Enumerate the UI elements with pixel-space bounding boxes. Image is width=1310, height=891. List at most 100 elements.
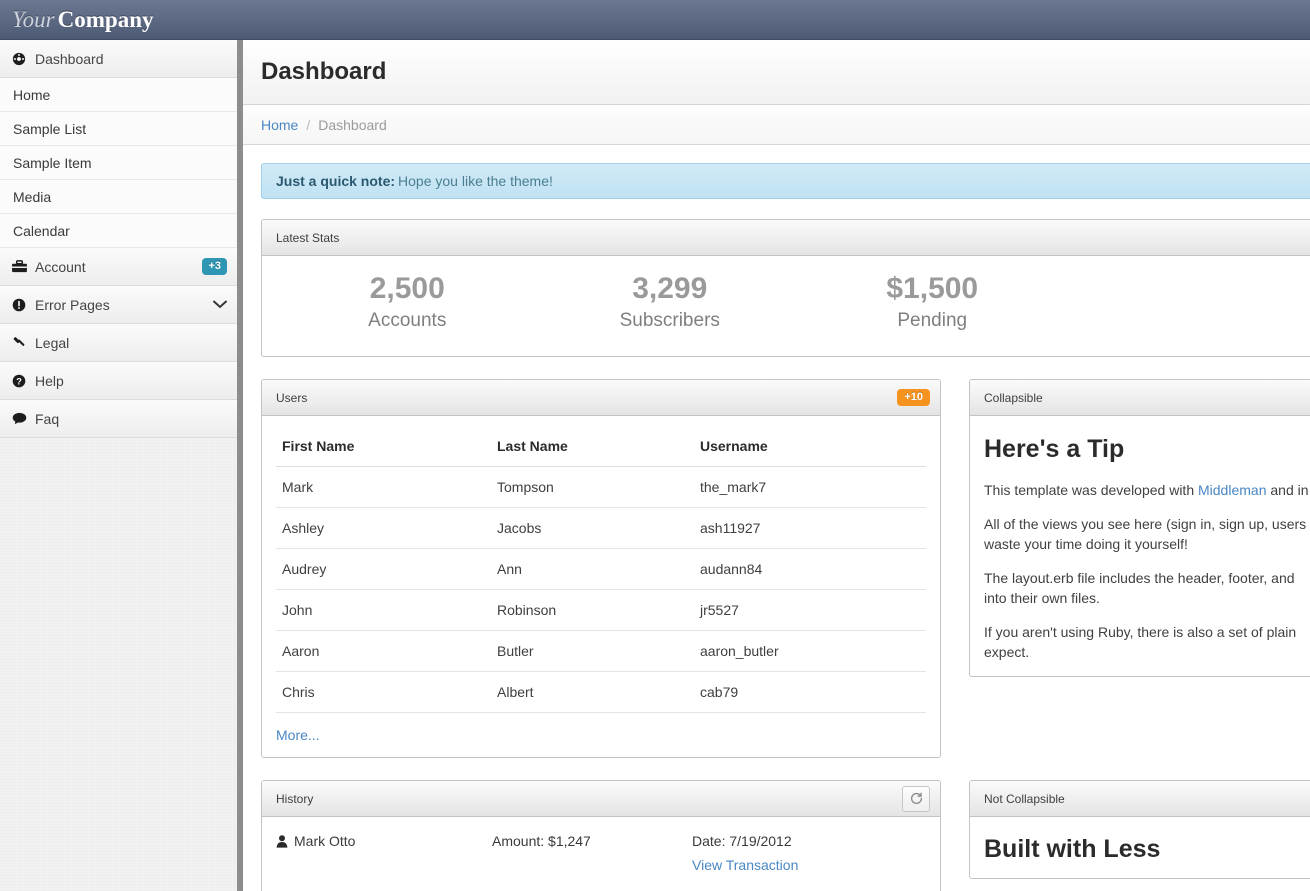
cell-username: aaron_butler xyxy=(694,631,926,672)
panel-body: First Name Last Name Username Mark Tomps… xyxy=(262,416,940,757)
sidebar-item-sample-list[interactable]: Sample List xyxy=(0,112,237,146)
grid-column-left: Users +10 First Name Last Name Username xyxy=(261,379,941,780)
history-user: Mark Otto xyxy=(276,833,492,849)
cell-last-name: Butler xyxy=(491,631,694,672)
table-row[interactable]: Audrey Ann audann84 xyxy=(276,549,926,590)
more-link[interactable]: More... xyxy=(276,727,320,743)
tip-heading: Here's a Tip xyxy=(984,434,1310,464)
tip-paragraph-4: If you aren't using Ruby, there is also … xyxy=(984,622,1310,662)
history-amount: Amount: $1,247 xyxy=(492,833,692,849)
sidebar-item-legal[interactable]: Legal xyxy=(0,324,237,362)
panel-body: Mark Otto Amount: $1,247 Date: 7/19/2012… xyxy=(262,817,940,891)
sidebar-item-label: Calendar xyxy=(13,223,227,239)
view-transaction-link[interactable]: View Transaction xyxy=(692,857,926,873)
sidebar-item-help[interactable]: ? Help xyxy=(0,362,237,400)
sidebar-item-sample-item[interactable]: Sample Item xyxy=(0,146,237,180)
stat-label: Accounts xyxy=(276,308,539,334)
panel-title: Not Collapsible xyxy=(984,792,1065,806)
stat-accounts: 2,500 Accounts xyxy=(276,270,539,334)
brand-logo[interactable]: YourCompany xyxy=(12,4,154,36)
breadcrumb-separator: / xyxy=(306,117,310,133)
panel-body: Here's a Tip This template was developed… xyxy=(970,416,1310,676)
refresh-icon[interactable] xyxy=(902,786,930,812)
cell-first-name: Audrey xyxy=(276,549,491,590)
column-header-last-name: Last Name xyxy=(491,430,694,467)
sidebar-item-error-pages[interactable]: Error Pages xyxy=(0,286,237,324)
user-icon xyxy=(276,835,288,848)
tip-p1-before: This template was developed with xyxy=(984,482,1198,498)
cell-username: cab79 xyxy=(694,672,926,713)
table-row[interactable]: Ashley Jacobs ash11927 xyxy=(276,508,926,549)
cell-username: the_mark7 xyxy=(694,467,926,508)
tip-paragraph-3: The layout.erb file includes the header,… xyxy=(984,568,1310,608)
sidebar-item-label: Media xyxy=(13,189,227,205)
sidebar-item-dashboard[interactable]: Dashboard xyxy=(0,40,237,78)
column-header-first-name: First Name xyxy=(276,430,491,467)
cell-last-name: Tompson xyxy=(491,467,694,508)
latest-stats-panel: Latest Stats 2,500 Accounts 3,299 Subscr… xyxy=(261,219,1310,357)
stat-placeholder xyxy=(1064,270,1310,334)
cell-first-name: Aaron xyxy=(276,631,491,672)
tip-p1-after: and in xyxy=(1266,482,1308,498)
cell-last-name: Robinson xyxy=(491,590,694,631)
sidebar-item-account[interactable]: Account +3 xyxy=(0,248,237,286)
panel-header[interactable]: Collapsible xyxy=(970,380,1310,416)
dashboard-icon xyxy=(10,52,28,66)
table-row[interactable]: Chris Albert cab79 xyxy=(276,672,926,713)
svg-text:?: ? xyxy=(16,376,22,386)
tip-paragraph-2: All of the views you see here (sign in, … xyxy=(984,514,1310,554)
history-date-block: Date: 7/19/2012 View Transaction xyxy=(692,833,926,873)
cell-username: jr5527 xyxy=(694,590,926,631)
sidebar-item-label: Home xyxy=(13,87,227,103)
column-header-username: Username xyxy=(694,430,926,467)
panel-body: 2,500 Accounts 3,299 Subscribers $1,500 … xyxy=(262,256,1310,356)
tip-p4-line2: expect. xyxy=(984,644,1029,660)
table-row[interactable]: Aaron Butler aaron_butler xyxy=(276,631,926,672)
stat-value: $1,500 xyxy=(801,270,1064,308)
sidebar-item-label: Dashboard xyxy=(35,51,227,67)
middleman-link[interactable]: Middleman xyxy=(1198,482,1266,498)
question-circle-icon: ? xyxy=(10,374,28,388)
panel-title: Collapsible xyxy=(984,391,1043,405)
tip-p3-line2: into their own files. xyxy=(984,590,1100,606)
cell-username: ash11927 xyxy=(694,508,926,549)
briefcase-icon xyxy=(10,260,28,273)
cell-last-name: Albert xyxy=(491,672,694,713)
history-user-name: Mark Otto xyxy=(294,833,355,849)
stats-row: 2,500 Accounts 3,299 Subscribers $1,500 … xyxy=(276,256,1310,356)
main-content: Dashboard Home / Dashboard Just a quick … xyxy=(243,40,1310,891)
chevron-down-icon[interactable] xyxy=(213,300,227,309)
sidebar-item-calendar[interactable]: Calendar xyxy=(0,214,237,248)
breadcrumb-home-link[interactable]: Home xyxy=(261,117,298,133)
sidebar-item-label: Legal xyxy=(35,335,227,351)
grid-column-right: Collapsible Here's a Tip This template w… xyxy=(969,379,1310,780)
sidebar-item-faq[interactable]: Faq xyxy=(0,400,237,438)
cell-last-name: Ann xyxy=(491,549,694,590)
tip-p3-line1: The layout.erb file includes the header,… xyxy=(984,570,1295,586)
users-table: First Name Last Name Username Mark Tomps… xyxy=(276,430,926,713)
history-panel: History Mark Otto xyxy=(261,780,941,891)
table-row[interactable]: John Robinson jr5527 xyxy=(276,590,926,631)
panel-header: History xyxy=(262,781,940,817)
page-header: Dashboard xyxy=(243,40,1310,105)
stat-pending: $1,500 Pending xyxy=(801,270,1064,334)
stat-label: Subscribers xyxy=(539,308,802,334)
history-date: Date: 7/19/2012 xyxy=(692,833,792,849)
sidebar-item-label: Account xyxy=(35,259,202,275)
stat-subscribers: 3,299 Subscribers xyxy=(539,270,802,334)
panel-body: Built with Less xyxy=(970,817,1310,878)
sidebar-item-home[interactable]: Home xyxy=(0,78,237,112)
sidebar-item-label: Sample List xyxy=(13,121,227,137)
cell-first-name: Chris xyxy=(276,672,491,713)
sidebar-item-label: Faq xyxy=(35,411,227,427)
cell-first-name: Mark xyxy=(276,467,491,508)
tip-paragraph-1: This template was developed with Middlem… xyxy=(984,480,1310,500)
sidebar-item-media[interactable]: Media xyxy=(0,180,237,214)
stat-value: 3,299 xyxy=(539,270,802,308)
grid-column-right: Not Collapsible Built with Less xyxy=(969,780,1310,891)
sidebar-item-label: Sample Item xyxy=(13,155,227,171)
info-alert[interactable]: Just a quick note: Hope you like the the… xyxy=(261,163,1310,199)
cell-last-name: Jacobs xyxy=(491,508,694,549)
top-header-bar: YourCompany xyxy=(0,0,1310,40)
table-row[interactable]: Mark Tompson the_mark7 xyxy=(276,467,926,508)
